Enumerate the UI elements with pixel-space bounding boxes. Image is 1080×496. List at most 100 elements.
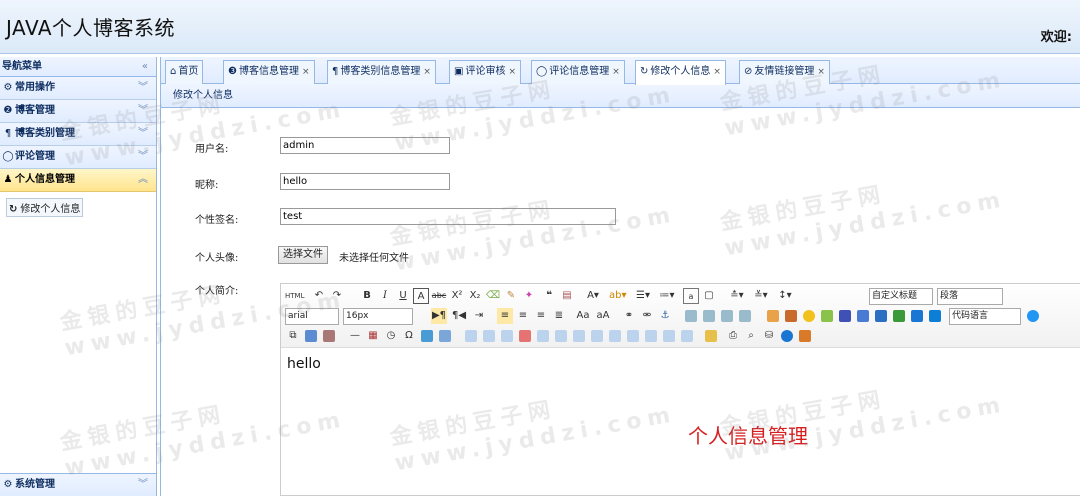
time-icon[interactable]: ◷ — [383, 328, 399, 344]
close-icon[interactable]: × — [612, 67, 620, 77]
paragraph-select[interactable]: 段落 — [937, 288, 1003, 305]
font-border-icon[interactable]: A — [413, 288, 429, 304]
format-brush-icon[interactable]: ✎ — [503, 288, 519, 304]
tab-friend-links[interactable]: ⊘ 友情链接管理 × — [739, 60, 830, 84]
tab-blog-info[interactable]: ❸ 博客信息管理 × — [223, 60, 315, 84]
charts-icon[interactable] — [681, 330, 693, 342]
wordimage-icon[interactable] — [421, 330, 433, 342]
username-field[interactable]: admin — [280, 137, 450, 154]
tab-edit-profile[interactable]: ↻ 修改个人信息 × — [635, 60, 726, 85]
delete-table-icon[interactable] — [483, 330, 495, 342]
sidebar-item-blog-manage[interactable]: ❷ 博客管理 ︾ — [0, 100, 156, 123]
fullscreen-icon[interactable] — [799, 330, 811, 342]
image-none-icon[interactable] — [703, 310, 715, 322]
emotion-icon[interactable] — [803, 310, 815, 322]
horizontal-rule-icon[interactable]: — — [347, 328, 363, 344]
select-all-icon[interactable]: a — [683, 288, 699, 304]
paste-plain-icon[interactable]: ▤ — [559, 288, 575, 304]
close-icon[interactable]: × — [508, 67, 516, 77]
close-icon[interactable]: × — [302, 67, 310, 77]
merge-right-icon[interactable] — [591, 330, 603, 342]
map-icon[interactable] — [893, 310, 905, 322]
split-cols-icon[interactable] — [663, 330, 675, 342]
subscript-icon[interactable]: X₂ — [467, 288, 483, 304]
font-color-icon[interactable]: A▾ — [585, 288, 601, 304]
strikethrough-icon[interactable]: abc — [431, 288, 447, 304]
clear-doc-icon[interactable]: ▢ — [701, 288, 717, 304]
chevron-down-icon[interactable]: ︾ — [138, 123, 148, 145]
underline-icon[interactable]: U — [395, 288, 411, 304]
tab-comment-info[interactable]: ◯ 评论信息管理 × — [531, 60, 625, 84]
template-icon[interactable] — [305, 330, 317, 342]
sidebar-item-personal-info[interactable]: ♟ 个人信息管理 ︽ — [0, 169, 156, 192]
redo-icon[interactable]: ↷ — [329, 288, 345, 304]
insert-col-icon[interactable] — [537, 330, 549, 342]
sidebar-item-system[interactable]: ⚙ 系统管理 ︾ — [0, 473, 156, 496]
link-icon[interactable]: ⚭ — [621, 308, 637, 324]
print-preview-icon[interactable] — [705, 330, 717, 342]
merge-cells-icon[interactable] — [573, 330, 585, 342]
lowercase-icon[interactable]: aA — [595, 308, 611, 324]
multi-image-icon[interactable] — [785, 310, 797, 322]
tab-blog-type[interactable]: ¶ 博客类别信息管理 × — [327, 60, 436, 84]
attachment-icon[interactable] — [875, 310, 887, 322]
scrawl-icon[interactable] — [821, 310, 833, 322]
chevron-down-icon[interactable]: ︾ — [138, 100, 148, 122]
tab-home[interactable]: ⌂ 首页 — [165, 60, 204, 84]
choose-file-button[interactable]: 选择文件 — [278, 246, 328, 264]
background-icon[interactable] — [323, 330, 335, 342]
split-rows-icon[interactable] — [645, 330, 657, 342]
chevron-down-icon[interactable]: ︾ — [138, 474, 148, 496]
row-spacing-top-icon[interactable]: ≛▾ — [729, 288, 745, 304]
bold-icon[interactable]: B — [359, 288, 375, 304]
drafts-icon[interactable]: ⛁ — [761, 328, 777, 344]
print-icon[interactable]: ⎙ — [725, 328, 741, 344]
undo-icon[interactable]: ↶ — [311, 288, 327, 304]
align-right-icon[interactable]: ≡ — [533, 308, 549, 324]
ltr-icon[interactable]: ▶¶ — [431, 308, 447, 324]
webapp-icon[interactable] — [1027, 310, 1039, 322]
insert-table-icon[interactable] — [465, 330, 477, 342]
font-family-select[interactable]: arial — [285, 308, 339, 325]
italic-icon[interactable]: I — [377, 288, 393, 304]
unlink-icon[interactable]: ⚮ — [639, 308, 655, 324]
search-replace-icon[interactable] — [439, 330, 451, 342]
highlight-icon[interactable]: ab▾ — [609, 288, 627, 304]
indent-icon[interactable]: ⇥ — [471, 308, 487, 324]
align-left-icon[interactable]: ≡ — [497, 308, 513, 324]
image-right-icon[interactable] — [721, 310, 733, 322]
font-size-select[interactable]: 16px — [343, 308, 413, 325]
sidebar-item-comment[interactable]: ◯评论管理 ︾ — [0, 146, 156, 169]
sidebar-link-edit-profile[interactable]: ↻ 修改个人信息 — [6, 198, 84, 217]
eraser-icon[interactable]: ⌫ — [485, 288, 501, 304]
auto-format-icon[interactable]: ✦ — [521, 288, 537, 304]
html-source-button[interactable]: HTML — [285, 288, 304, 304]
merge-down-icon[interactable] — [609, 330, 621, 342]
help-icon[interactable] — [781, 330, 793, 342]
delete-row-icon[interactable] — [519, 330, 531, 342]
superscript-icon[interactable]: X² — [449, 288, 465, 304]
signature-field[interactable]: test — [280, 208, 616, 225]
preview-icon[interactable]: ⌕ — [743, 328, 759, 344]
uppercase-icon[interactable]: Aa — [575, 308, 591, 324]
video-icon[interactable] — [839, 310, 851, 322]
quote-icon[interactable]: ❝ — [541, 288, 557, 304]
image-center-icon[interactable] — [739, 310, 751, 322]
unordered-list-icon[interactable]: ≔▾ — [659, 288, 675, 304]
date-icon[interactable]: ▦ — [365, 328, 381, 344]
music-icon[interactable] — [857, 310, 869, 322]
tab-comment-review[interactable]: ▣ 评论审核 × — [449, 60, 521, 84]
line-height-icon[interactable]: ↕▾ — [777, 288, 793, 304]
chevron-down-icon[interactable]: ︾ — [138, 146, 148, 168]
custom-title-select[interactable]: 自定义标题 — [869, 288, 933, 305]
delete-col-icon[interactable] — [555, 330, 567, 342]
align-justify-icon[interactable]: ≣ — [551, 308, 567, 324]
anchor-icon[interactable]: ⚓ — [657, 308, 673, 324]
row-spacing-bottom-icon[interactable]: ≚▾ — [753, 288, 769, 304]
editor-content[interactable]: hello — [287, 356, 321, 372]
split-cells-icon[interactable] — [627, 330, 639, 342]
frame-icon[interactable] — [929, 310, 941, 322]
align-center-icon[interactable]: ≡ — [515, 308, 531, 324]
code-language-select[interactable]: 代码语言 — [949, 308, 1021, 325]
insert-image-icon[interactable] — [767, 310, 779, 322]
